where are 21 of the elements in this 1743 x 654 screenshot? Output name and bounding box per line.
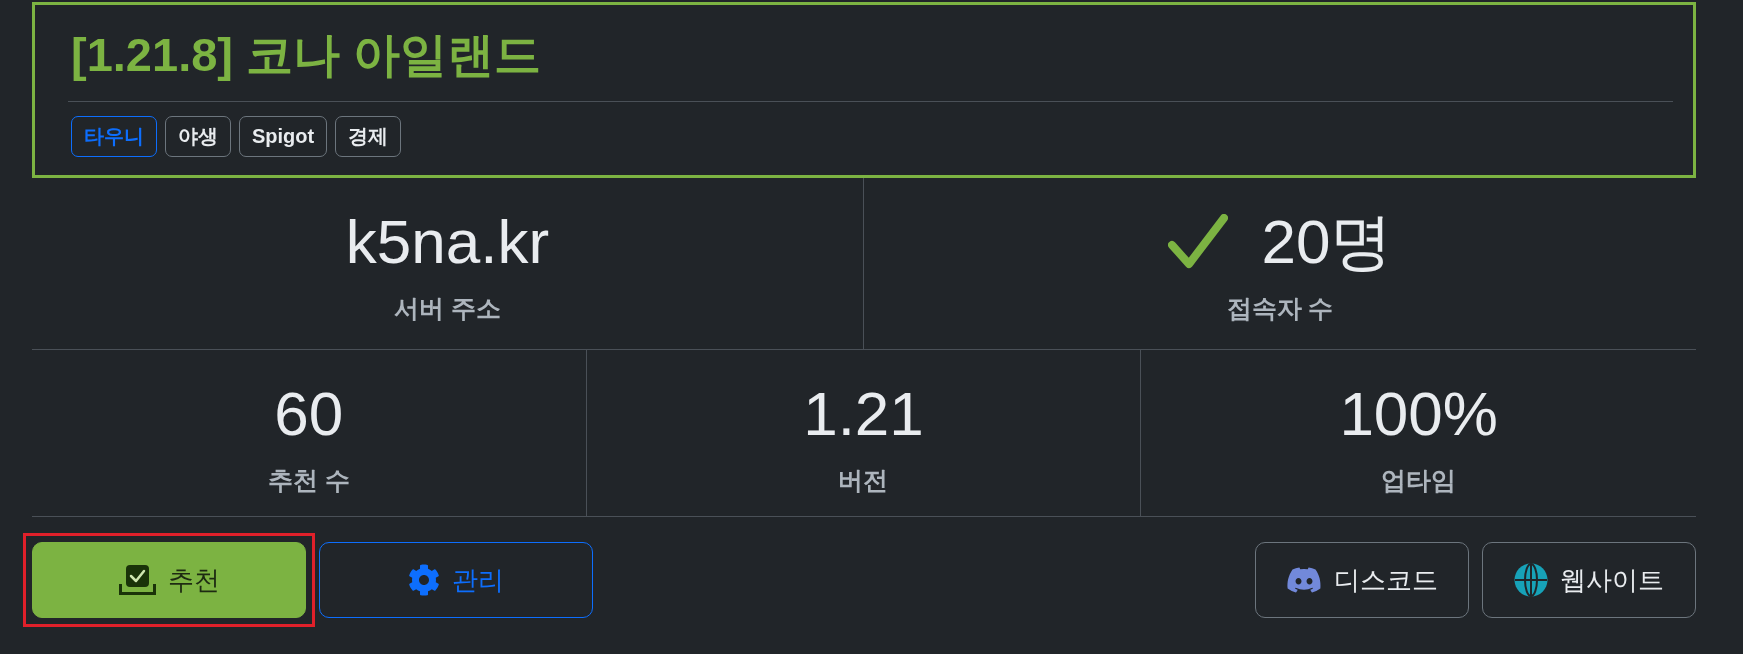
tag: 타우니 (71, 116, 157, 157)
stat-value: 1.21 (803, 380, 924, 448)
website-button[interactable]: 웹사이트 (1482, 542, 1696, 618)
discord-button[interactable]: 디스코드 (1255, 542, 1469, 618)
globe-icon (1514, 563, 1548, 597)
recommend-button[interactable]: 추천 (32, 542, 306, 618)
stat-value: 60 (274, 380, 344, 448)
settings-icon (408, 564, 440, 596)
check-tray-icon (118, 565, 156, 595)
stat-value: k5na.kr (345, 208, 550, 276)
stat-label: 서버 주소 (394, 293, 501, 324)
tag: Spigot (239, 116, 328, 157)
stat-label: 버전 (838, 465, 889, 496)
stat-label: 추천 수 (267, 465, 350, 496)
stat-value: 100% (1339, 380, 1498, 448)
tag: 야생 (165, 116, 231, 157)
stat-label: 업타임 (1381, 465, 1457, 496)
stat-value: 20명 (1261, 208, 1393, 276)
stat-label: 접속자 수 (1226, 293, 1334, 324)
server-title: [1.21.8] 코나 아일랜드 (71, 27, 543, 83)
tag: 경제 (335, 116, 402, 157)
